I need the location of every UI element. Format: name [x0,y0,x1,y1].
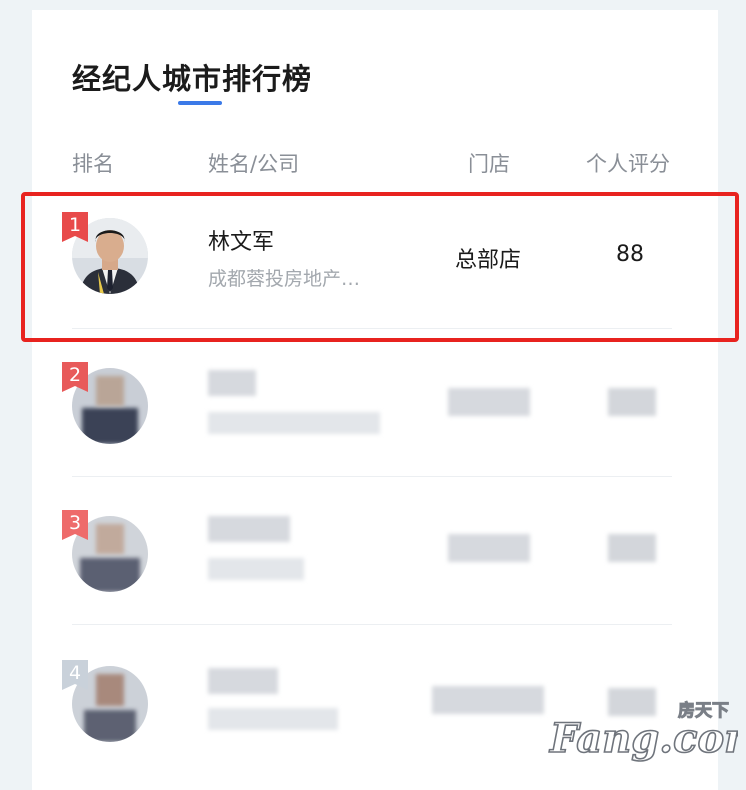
fang-watermark-logo: 房天下 Fang.com [548,700,738,763]
blurred-store [432,686,544,714]
column-header-name-company: 姓名/公司 [208,152,300,176]
page-title: 经纪人城市排行榜 [72,62,313,96]
title-underline [178,101,222,105]
column-header-score: 个人评分 [586,152,670,176]
watermark-main-text: Fang.com [549,715,738,762]
blurred-store [448,534,530,562]
blurred-store [448,388,530,416]
blurred-company [208,708,338,730]
blurred-score [608,388,656,416]
row-divider [72,624,672,625]
blurred-name [208,668,278,694]
column-header-store: 门店 [468,152,510,176]
column-header-rank: 排名 [72,152,114,176]
blurred-score [608,534,656,562]
row-divider [72,476,672,477]
blurred-name [208,516,290,542]
blurred-company [208,558,304,580]
row-divider [72,328,672,329]
blurred-name [208,370,256,396]
blurred-company [208,412,380,434]
